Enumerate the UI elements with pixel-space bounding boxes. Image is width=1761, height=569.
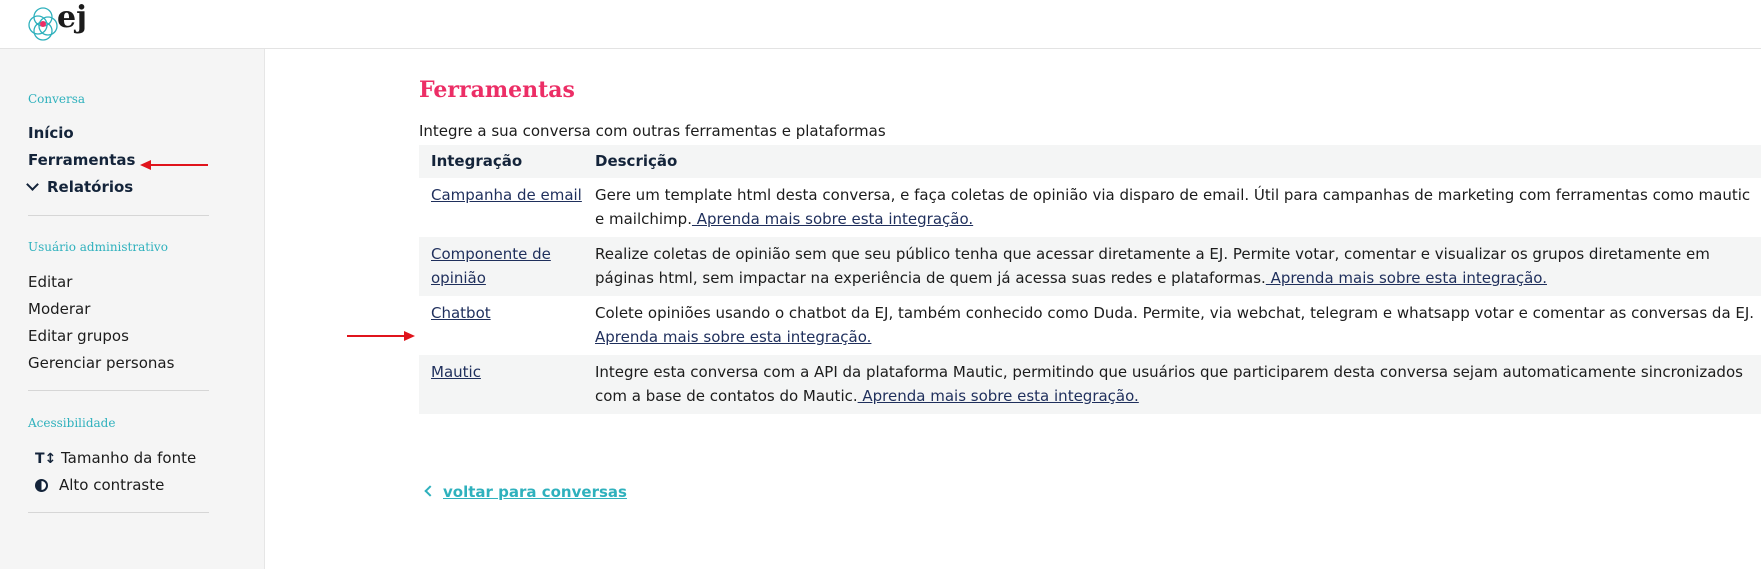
text-size-icon: T↕	[35, 451, 57, 467]
page-title: Ferramentas	[419, 77, 575, 103]
back-link-label: voltar para conversas	[443, 483, 627, 501]
sidebar-divider	[28, 215, 209, 216]
sidebar-divider	[28, 512, 209, 513]
page-subtitle: Integre a sua conversa com outras ferram…	[419, 122, 886, 140]
sidebar-item-gerenciar-personas[interactable]: Gerenciar personas	[28, 354, 174, 372]
integrations-table: Integração Descrição Campanha de email G…	[419, 145, 1761, 414]
chevron-down-icon	[26, 178, 39, 191]
sidebar-heading-conversa: Conversa	[28, 92, 86, 106]
back-to-conversations-link[interactable]: voltar para conversas	[424, 483, 627, 501]
sidebar-divider	[28, 390, 209, 391]
column-header-integracao: Integração	[419, 145, 583, 178]
integration-description-cell: Realize coletas de opinião sem que seu p…	[583, 237, 1761, 296]
sidebar-item-moderar[interactable]: Moderar	[28, 300, 90, 318]
integration-description: Integre esta conversa com a API da plata…	[595, 363, 1743, 405]
integration-name-cell: Campanha de email	[419, 178, 583, 237]
learn-more-link[interactable]: Aprenda mais sobre esta integração.	[858, 387, 1138, 405]
chevron-left-icon	[424, 485, 436, 497]
integration-description: Colete opiniões usando o chatbot da EJ, …	[595, 304, 1755, 322]
learn-more-link[interactable]: Aprenda mais sobre esta integração.	[692, 210, 973, 228]
integration-name-cell: Chatbot	[419, 296, 583, 355]
integration-description-cell: Integre esta conversa com a API da plata…	[583, 355, 1761, 414]
sidebar-item-editar-grupos[interactable]: Editar grupos	[28, 327, 129, 345]
sidebar-item-label: Relatórios	[47, 178, 134, 196]
integration-link-chatbot[interactable]: Chatbot	[431, 304, 491, 322]
integration-name-cell: Componente de opinião	[419, 237, 583, 296]
integration-description-cell: Colete opiniões usando o chatbot da EJ, …	[583, 296, 1761, 355]
sidebar-item-inicio[interactable]: Início	[28, 124, 74, 142]
sidebar-item-alto-contraste[interactable]: Alto contraste	[35, 476, 164, 494]
integration-link-mautic[interactable]: Mautic	[431, 363, 481, 381]
integration-name-cell: Mautic	[419, 355, 583, 414]
table-row: Campanha de email Gere um template html …	[419, 178, 1761, 237]
column-header-descricao: Descrição	[583, 145, 1761, 178]
sidebar-heading-usuario-administrativo: Usuário administrativo	[28, 240, 168, 254]
arrow-head	[404, 331, 415, 341]
sidebar-item-relatorios[interactable]: Relatórios	[26, 178, 134, 196]
learn-more-link[interactable]: Aprenda mais sobre esta integração.	[1266, 269, 1547, 287]
sidebar-item-ferramentas[interactable]: Ferramentas	[28, 151, 135, 169]
top-bar: ej	[0, 0, 1761, 49]
arrow-shaft	[347, 335, 407, 337]
sidebar-item-label: Alto contraste	[59, 476, 165, 494]
table-row: Mautic Integre esta conversa com a API d…	[419, 355, 1761, 414]
table-header-row: Integração Descrição	[419, 145, 1761, 178]
integration-description-cell: Gere um template html desta conversa, e …	[583, 178, 1761, 237]
sidebar-item-editar[interactable]: Editar	[28, 273, 72, 291]
sidebar-heading-acessibilidade: Acessibilidade	[28, 416, 116, 430]
arrow-shaft	[148, 164, 208, 166]
sidebar: Conversa Início Ferramentas Relatórios U…	[0, 49, 265, 569]
table-row: Componente de opinião Realize coletas de…	[419, 237, 1761, 296]
sidebar-item-tamanho-da-fonte[interactable]: T↕ Tamanho da fonte	[35, 449, 196, 467]
integration-link-campanha-de-email[interactable]: Campanha de email	[431, 186, 582, 204]
sidebar-item-label: Tamanho da fonte	[61, 449, 197, 467]
learn-more-link[interactable]: Aprenda mais sobre esta integração.	[595, 328, 871, 346]
contrast-icon	[35, 479, 48, 492]
table-row: Chatbot Colete opiniões usando o chatbot…	[419, 296, 1761, 355]
integration-link-componente-de-opiniao[interactable]: Componente de opinião	[431, 245, 551, 287]
brand-name[interactable]: ej	[57, 2, 87, 34]
